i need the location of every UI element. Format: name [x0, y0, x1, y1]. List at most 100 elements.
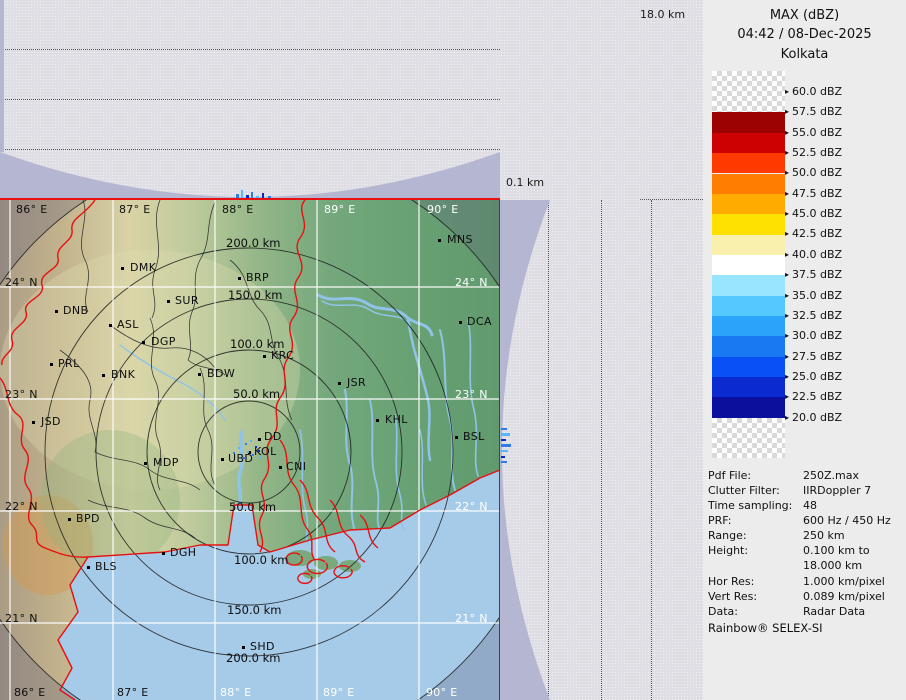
city-dot — [221, 458, 224, 461]
city-label: BSL — [463, 430, 485, 443]
tick-arrow-icon: ▸ — [785, 107, 789, 116]
city-dot — [68, 518, 71, 521]
meta-value: 600 Hz / 450 Hz — [803, 514, 891, 527]
city-label: JSR — [347, 376, 366, 389]
meta-label: Time sampling: — [708, 499, 792, 512]
city-label: DGP — [151, 335, 176, 348]
tick-arrow-icon: ▸ — [785, 229, 789, 238]
range-ring-label: 50.0 km — [229, 500, 276, 514]
city-label: DNB — [63, 304, 88, 317]
legend-tick: ▸57.5 dBZ — [785, 105, 842, 118]
tick-arrow-icon: ▸ — [785, 413, 789, 422]
scan-datetime: 04:42 / 08-Dec-2025 — [703, 27, 906, 42]
tick-arrow-icon: ▸ — [785, 209, 789, 218]
radar-echo-speck — [243, 457, 245, 459]
legend-band — [712, 174, 785, 194]
city-dot — [279, 466, 282, 469]
city-dot — [238, 277, 241, 280]
radar-viewer-window: 18.0 km 0.1 km — [0, 0, 906, 700]
tick-label: 37.5 dBZ — [792, 268, 842, 281]
height-min-label: 0.1 km — [506, 176, 544, 189]
city-dot — [242, 646, 245, 649]
longitude-label: 87° E — [119, 203, 150, 216]
height-axis-corner: 18.0 km 0.1 km — [500, 0, 703, 200]
legend-band — [712, 357, 785, 377]
radar-echo-speck — [260, 456, 262, 458]
radar-echo-speck — [233, 452, 235, 454]
city-dot — [87, 566, 90, 569]
city-label: PRL — [58, 357, 80, 370]
city-label: BRP — [246, 271, 269, 284]
range-ring-label: 100.0 km — [234, 553, 288, 567]
city-label: KHL — [385, 413, 408, 426]
meta-label: Range: — [708, 529, 747, 542]
radar-echo-speck — [501, 450, 508, 452]
software-brand: Rainbow® SELEX-SI — [708, 621, 823, 635]
city-label: BDW — [207, 367, 235, 380]
legend-tick: ▸55.0 dBZ — [785, 126, 842, 139]
legend-band — [712, 316, 785, 336]
tick-label: 45.0 dBZ — [792, 207, 842, 220]
tick-label: 52.5 dBZ — [792, 146, 842, 159]
city-label: DMK — [130, 261, 156, 274]
color-scale — [712, 71, 785, 458]
tick-label: 25.0 dBZ — [792, 370, 842, 383]
tick-label: 47.5 dBZ — [792, 187, 842, 200]
meta-value: 250Z.max — [803, 469, 859, 482]
tick-arrow-icon: ▸ — [785, 392, 789, 401]
city-dot — [32, 421, 35, 424]
city-dot — [459, 321, 462, 324]
meta-value: 48 — [803, 499, 817, 512]
beam-coverage-wedge — [0, 0, 500, 200]
radar-echo-speck — [250, 440, 252, 442]
range-ring-label: 50.0 km — [233, 387, 280, 401]
city-label: MDP — [153, 456, 179, 469]
longitude-label: 86° E — [14, 686, 45, 699]
latitude-label: 24° N — [455, 276, 488, 289]
tick-arrow-icon: ▸ — [785, 87, 789, 96]
legend-tick: ▸27.5 dBZ — [785, 350, 842, 363]
tick-arrow-icon: ▸ — [785, 270, 789, 279]
range-ring-label: 200.0 km — [226, 651, 280, 665]
tick-label: 30.0 dBZ — [792, 329, 842, 342]
legend-band — [712, 296, 785, 316]
color-band-overflow-high — [712, 71, 785, 112]
city-label: DGH — [170, 546, 196, 559]
city-label: MNS — [447, 233, 473, 246]
city-label: BNK — [111, 368, 135, 381]
legend-band — [712, 194, 785, 214]
tick-arrow-icon: ▸ — [785, 311, 789, 320]
radar-echo-speck — [501, 456, 505, 458]
latitude-label: 22° N — [5, 500, 38, 513]
radar-echo-speck — [245, 443, 247, 445]
tick-label: 42.5 dBZ — [792, 227, 842, 240]
city-label: DD — [264, 430, 282, 443]
legend-band — [712, 377, 785, 397]
city-label: BPD — [76, 512, 100, 525]
radar-echo-speck — [247, 451, 249, 453]
tick-arrow-icon: ▸ — [785, 148, 789, 157]
meta-label: Vert Res: — [708, 590, 757, 603]
legend-band — [712, 275, 785, 295]
range-ring-label: 100.0 km — [230, 337, 284, 351]
legend-tick: ▸60.0 dBZ — [785, 85, 842, 98]
tick-label: 27.5 dBZ — [792, 350, 842, 363]
latitude-label: 22° N — [455, 500, 488, 513]
tick-label: 60.0 dBZ — [792, 85, 842, 98]
tick-arrow-icon: ▸ — [785, 372, 789, 381]
meta-value: 250 km — [803, 529, 845, 542]
tick-arrow-icon: ▸ — [785, 168, 789, 177]
city-dot — [263, 355, 266, 358]
longitude-label: 88° E — [220, 686, 251, 699]
legend-tick: ▸52.5 dBZ — [785, 146, 842, 159]
city-dot — [162, 552, 165, 555]
legend-band — [712, 112, 785, 132]
legend-tick: ▸45.0 dBZ — [785, 207, 842, 220]
tick-label: 55.0 dBZ — [792, 126, 842, 139]
color-band-overflow-low — [712, 418, 785, 458]
legend-tick: ▸20.0 dBZ — [785, 411, 842, 424]
range-ring-label: 200.0 km — [226, 236, 280, 250]
city-dot — [438, 239, 441, 242]
tick-label: 35.0 dBZ — [792, 289, 842, 302]
meta-label: PRF: — [708, 514, 731, 527]
